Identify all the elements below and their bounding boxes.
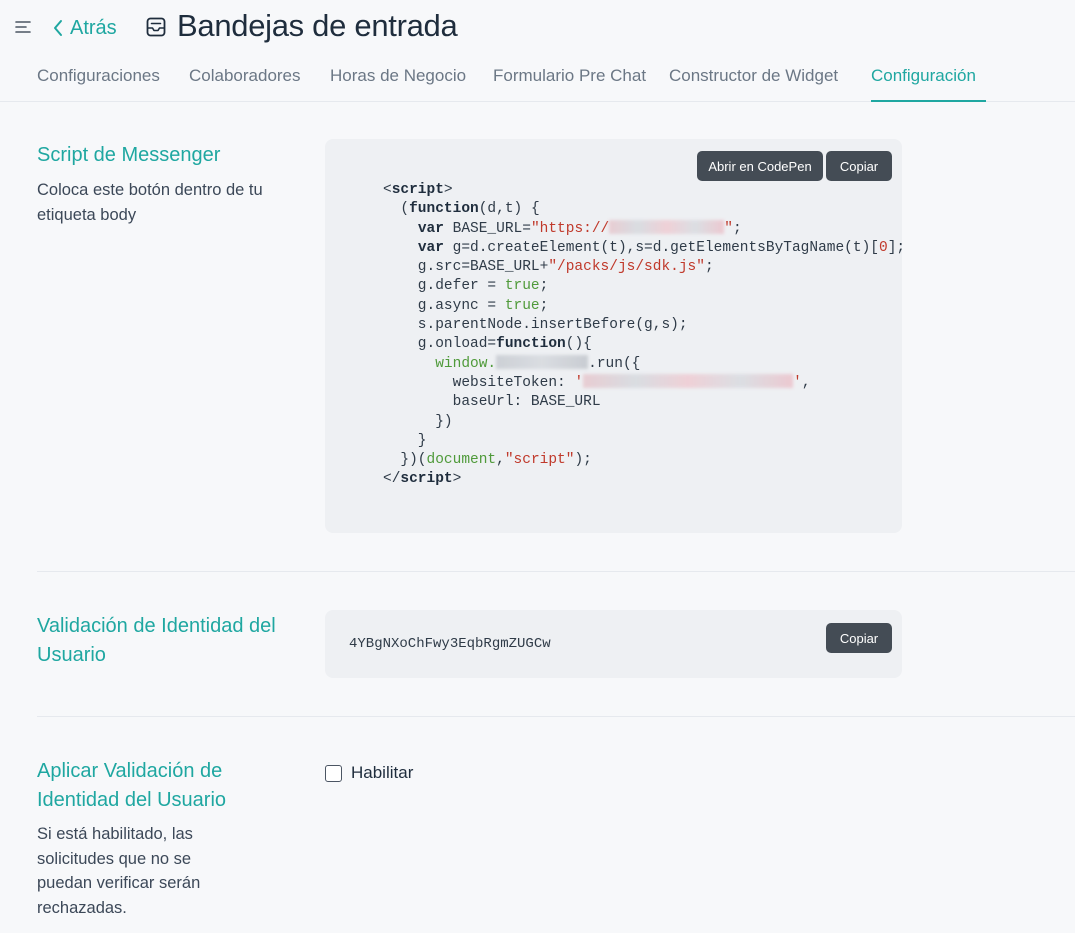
code-run: .run({ <box>588 355 641 372</box>
open-codepen-button[interactable]: Abrir en CodePen <box>697 151 823 181</box>
tab-formulario-pre-chat[interactable]: Formulario Pre Chat <box>493 66 646 102</box>
copy-script-button[interactable]: Copiar <box>826 151 892 181</box>
code-script-close: script <box>400 471 453 488</box>
enforce-validation-title: Aplicar Validación de Identidad del Usua… <box>37 760 227 811</box>
tab-colaboradores[interactable]: Colaboradores <box>189 66 301 102</box>
messenger-script-description: Coloca este botón dentro de tu etiqueta … <box>37 181 263 224</box>
hmac-token-block: 4YBgNXoChFwy3EqbRgmZUGCw Copiar <box>325 610 902 678</box>
script-code-block: Abrir en CodePen Copiar <script> (functi… <box>325 139 906 533</box>
tab-configuracion[interactable]: Configuración <box>871 66 986 102</box>
code-document: document <box>426 452 497 469</box>
code-script-open: script <box>391 182 444 198</box>
redacted-website-token <box>583 373 794 388</box>
copy-token-button[interactable]: Copiar <box>826 623 892 653</box>
enable-validation-checkbox[interactable] <box>325 765 342 782</box>
code-window: window. <box>435 355 497 372</box>
code-script-arg: script <box>513 452 566 469</box>
redacted-sdk-name <box>496 354 589 369</box>
code-sdk-path: /packs/js/sdk.js <box>557 259 697 276</box>
redacted-url <box>609 219 725 234</box>
code-zero: 0 <box>879 239 888 256</box>
inbox-icon <box>146 17 166 37</box>
code-true-async: true <box>504 297 540 314</box>
messenger-script-title: Script de Messenger <box>37 144 221 166</box>
section-divider <box>37 571 1075 572</box>
tab-configuraciones[interactable]: Configuraciones <box>37 66 160 102</box>
settings-tabs: Configuraciones Colaboradores Horas de N… <box>0 56 1075 102</box>
back-button[interactable]: Atrás <box>52 14 117 42</box>
tab-constructor-de-widget[interactable]: Constructor de Widget <box>669 66 838 102</box>
tab-horas-de-negocio[interactable]: Horas de Negocio <box>330 66 466 102</box>
code-true-defer: true <box>504 278 540 295</box>
section-divider <box>37 716 1075 717</box>
enforce-validation-description: Si está habilitado, las solicitudes que … <box>37 825 201 917</box>
code-base-url: https:// <box>539 220 610 237</box>
page-title: Bandejas de entrada <box>177 8 458 43</box>
identity-validation-title: Validación de Identidad del Usuario <box>37 615 276 666</box>
script-code: <script> (function(d,t) { var BASE_URL="… <box>383 182 906 488</box>
page-header: Atrás Bandejas de entrada <box>0 0 1075 56</box>
menu-icon[interactable] <box>14 18 32 36</box>
back-label: Atrás <box>70 16 117 39</box>
hmac-token: 4YBgNXoChFwy3EqbRgmZUGCw <box>349 636 551 652</box>
enable-validation-label[interactable]: Habilitar <box>351 763 413 783</box>
chevron-left-icon <box>54 20 62 36</box>
